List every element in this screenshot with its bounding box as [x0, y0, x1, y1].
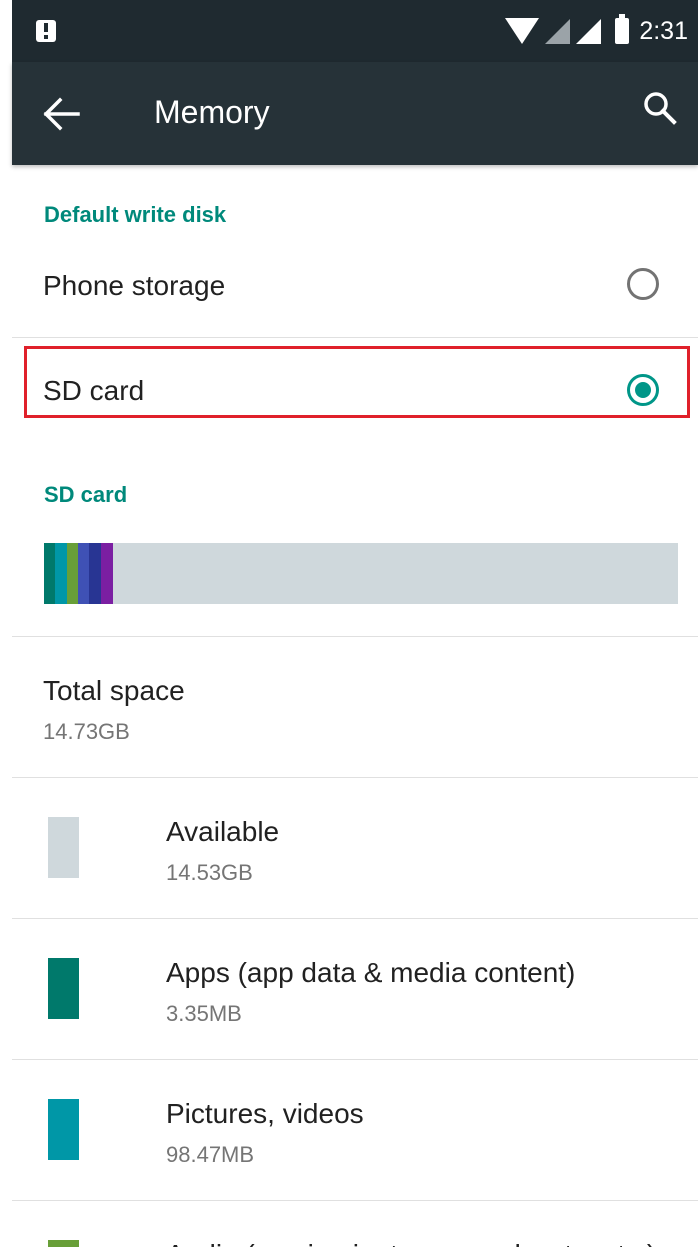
item-value: 14.53GB: [166, 860, 253, 885]
total-space-value: 14.73GB: [43, 719, 130, 744]
color-swatch: [48, 1240, 79, 1247]
usage-segment-pictures: [55, 543, 67, 604]
usage-segment-apps: [44, 543, 55, 604]
item-value: 3.35MB: [166, 1001, 242, 1026]
item-value: 98.47MB: [166, 1142, 255, 1167]
status-bar: 2:31: [12, 0, 698, 62]
option-label: Phone storage: [43, 270, 226, 301]
signal-icon-2: [576, 18, 602, 44]
usage-segment-downloads: [78, 543, 89, 604]
item-title: Available: [166, 816, 280, 847]
radio-unchecked-icon[interactable]: [627, 268, 659, 300]
option-phone-storage[interactable]: Phone storage: [12, 250, 698, 336]
search-icon[interactable]: [640, 88, 680, 128]
section-header-sd-card: SD card: [44, 482, 128, 507]
app-bar: Memory: [12, 62, 698, 165]
signal-icon: [545, 18, 571, 44]
storage-item-pictures[interactable]: Pictures, videos 98.47MB: [12, 1060, 698, 1200]
item-title: Audio (music, ringtones, podcasts, etc.): [166, 1239, 656, 1247]
sim-alert-icon: [36, 20, 56, 42]
storage-usage-bar: [44, 543, 678, 604]
back-arrow-icon[interactable]: [42, 96, 82, 132]
color-swatch: [48, 817, 79, 878]
storage-item-apps[interactable]: Apps (app data & media content) 3.35MB: [12, 919, 698, 1059]
item-title: Apps (app data & media content): [166, 957, 576, 988]
usage-segment-audio: [67, 543, 78, 604]
page-title: Memory: [154, 94, 270, 130]
battery-icon: [615, 14, 630, 44]
color-swatch: [48, 1099, 79, 1160]
item-title: Pictures, videos: [166, 1098, 364, 1129]
status-icons: 2:31: [505, 14, 688, 48]
selection-highlight: [24, 346, 690, 418]
color-swatch: [48, 958, 79, 1019]
total-space-label: Total space: [43, 675, 185, 706]
status-time: 2:31: [639, 16, 688, 45]
storage-item-available[interactable]: Available 14.53GB: [12, 778, 698, 918]
section-header-default-write-disk: Default write disk: [44, 202, 227, 227]
usage-segment-cached: [89, 543, 101, 604]
usage-segment-misc: [101, 543, 113, 604]
wifi-icon: [505, 18, 540, 44]
total-space-row: Total space 14.73GB: [12, 637, 698, 777]
storage-item-audio[interactable]: Audio (music, ringtones, podcasts, etc.): [12, 1201, 698, 1247]
